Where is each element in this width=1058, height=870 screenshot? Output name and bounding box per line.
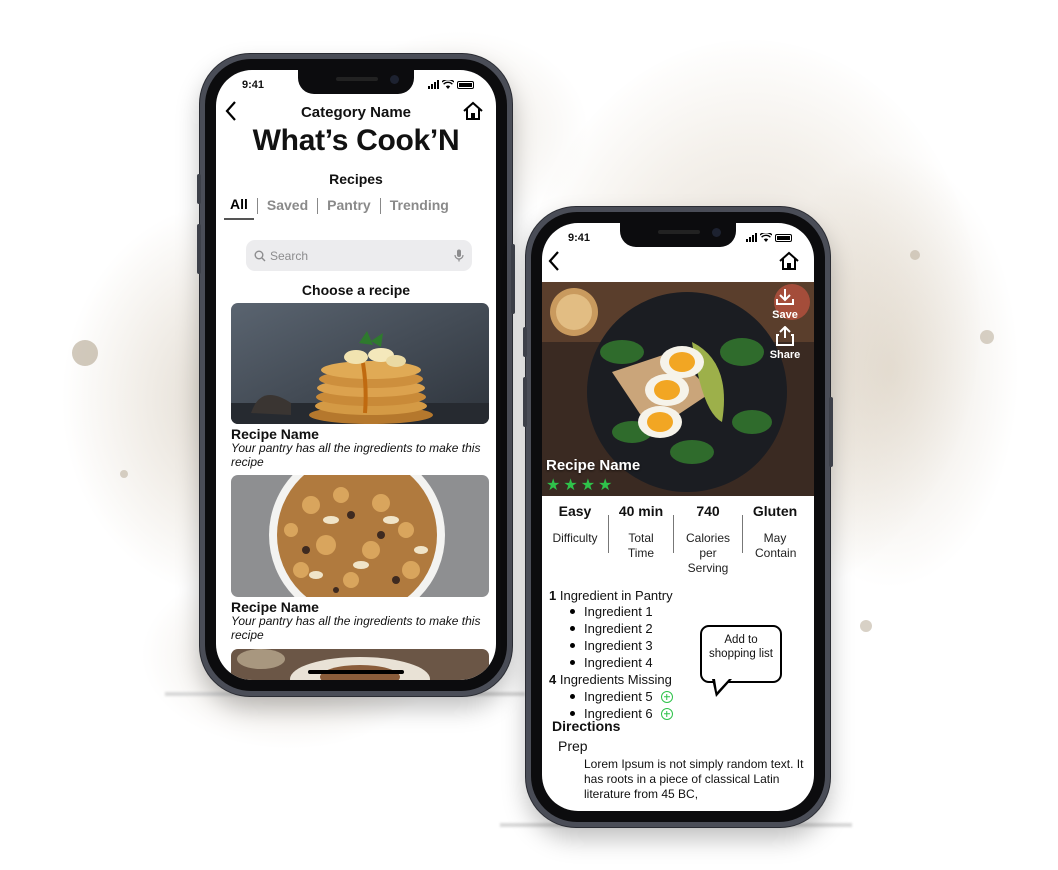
stat-value: Gluten <box>752 503 798 519</box>
tab-divider <box>317 198 319 214</box>
home-indicator <box>308 670 404 674</box>
recipe-image-granola[interactable] <box>231 475 489 597</box>
missing-ingredient-list: Ingredient 5 Ingredient 6 <box>570 688 673 722</box>
stat-calories: 740 Calories per Serving <box>674 503 742 576</box>
battery-icon <box>457 81 474 89</box>
rating-stars: ★ ★ ★ ★ <box>546 478 612 494</box>
stat-allergens: Gluten May Contain <box>743 503 807 576</box>
tab-pantry[interactable]: Pantry <box>321 193 377 219</box>
search-placeholder: Search <box>270 248 309 263</box>
microphone-icon[interactable] <box>454 249 464 262</box>
stat-label: Calories per Serving <box>685 531 730 575</box>
ingredient-name: Ingredient 3 <box>584 638 653 653</box>
callout-tail-fill <box>715 679 729 692</box>
section-title: Recipes <box>329 171 383 187</box>
recipe-image-pancakes[interactable] <box>231 303 489 424</box>
missing-heading: 4 Ingredients Missing <box>549 672 672 687</box>
screen: 9:41 Save Share Recipe Name ★ ★ ★ ★ Easy… <box>542 223 814 811</box>
shopping-list-callout: Add to shopping list <box>700 625 782 683</box>
recipe-stats: Easy Difficulty 40 min Total Time 740 Ca… <box>542 503 814 576</box>
star-icon: ★ <box>546 477 561 494</box>
star-icon: ★ <box>580 477 596 494</box>
ingredient-name: Ingredient 4 <box>584 655 653 670</box>
stat-label: Total Time <box>627 531 655 560</box>
notch <box>298 70 414 94</box>
share-icon <box>776 325 794 346</box>
recipe-image-partial[interactable] <box>231 649 489 680</box>
signal-icon <box>746 233 757 242</box>
side-button <box>197 174 201 204</box>
add-circle-icon[interactable] <box>660 690 673 703</box>
recipe-name[interactable]: Recipe Name <box>231 599 319 615</box>
side-button <box>197 224 201 274</box>
ingredient-name: Ingredient 1 <box>584 604 653 619</box>
notch <box>620 223 736 247</box>
status-time: 9:41 <box>242 79 265 91</box>
tab-all[interactable]: All <box>224 192 254 220</box>
pantry-heading-text: Ingredient in Pantry <box>559 588 673 603</box>
add-circle-icon[interactable] <box>660 707 673 720</box>
share-button[interactable]: Share <box>766 325 804 361</box>
download-icon <box>776 289 794 305</box>
pantry-count: 1 <box>549 588 557 603</box>
star-icon: ★ <box>598 477 613 494</box>
phone-recipe-detail: 9:41 Save Share Recipe Name ★ ★ ★ ★ Easy… <box>523 207 833 827</box>
stat-label: May Contain <box>755 531 797 560</box>
save-button[interactable]: Save <box>766 288 804 321</box>
recipe-tabs: All Saved Pantry Trending <box>224 192 490 220</box>
recipe-name[interactable]: Recipe Name <box>231 426 319 442</box>
share-label: Share <box>769 349 801 361</box>
stat-value: 740 <box>696 503 720 519</box>
signal-icon <box>428 80 439 89</box>
missing-count: 4 <box>549 672 557 687</box>
battery-icon <box>775 234 792 242</box>
search-input[interactable]: Search <box>246 240 472 271</box>
step-title: Prep <box>558 738 588 754</box>
stat-value: Easy <box>558 503 592 519</box>
recipe-description: Your pantry has all the ingredients to m… <box>231 441 481 469</box>
stat-label: Difficulty <box>552 531 598 545</box>
back-chevron-icon[interactable] <box>547 250 561 272</box>
wifi-icon <box>760 233 772 242</box>
list-item: Ingredient 3 <box>570 637 653 654</box>
list-item: Ingredient 2 <box>570 620 653 637</box>
side-button <box>829 397 833 467</box>
tab-saved[interactable]: Saved <box>261 193 314 219</box>
ingredient-name: Ingredient 2 <box>584 621 653 636</box>
directions-heading: Directions <box>552 718 621 734</box>
side-button <box>523 377 527 427</box>
pantry-heading: 1 Ingredient in Pantry <box>549 588 673 603</box>
tab-trending[interactable]: Trending <box>384 193 455 219</box>
list-item: Ingredient 5 <box>570 688 673 705</box>
star-icon: ★ <box>563 477 578 494</box>
tab-divider <box>256 198 258 214</box>
recipe-title: Recipe Name <box>546 457 641 474</box>
recipe-hero-image: Save Share Recipe Name ★ ★ ★ ★ <box>542 282 814 496</box>
step-text: Lorem Ipsum is not simply random text. I… <box>584 757 804 801</box>
phone-recipe-list: 9:41 Category Name What’s Cook’N Recipes… <box>197 54 515 696</box>
search-icon <box>254 250 266 261</box>
ingredient-name: Ingredient 5 <box>584 689 653 704</box>
tab-divider <box>379 198 381 214</box>
stat-total-time: 40 min Total Time <box>609 503 673 576</box>
list-item: Ingredient 1 <box>570 603 653 620</box>
screen: 9:41 Category Name What’s Cook’N Recipes… <box>216 70 496 680</box>
category-name: Category Name <box>300 104 412 121</box>
missing-heading-text: Ingredients Missing <box>559 672 672 687</box>
stat-difficulty: Easy Difficulty <box>542 503 608 576</box>
home-icon[interactable] <box>778 251 800 271</box>
app-title: What’s Cook’N <box>252 124 460 157</box>
side-button <box>511 244 515 314</box>
recipe-description: Your pantry has all the ingredients to m… <box>231 614 481 642</box>
status-time: 9:41 <box>568 232 591 244</box>
save-label: Save <box>772 309 798 321</box>
pantry-ingredient-list: Ingredient 1 Ingredient 2 Ingredient 3 I… <box>570 603 653 671</box>
list-item: Ingredient 4 <box>570 654 653 671</box>
stat-value: 40 min <box>618 503 664 519</box>
side-button <box>523 327 527 357</box>
choose-recipe-heading: Choose a recipe <box>301 282 411 298</box>
wifi-icon <box>442 80 454 89</box>
